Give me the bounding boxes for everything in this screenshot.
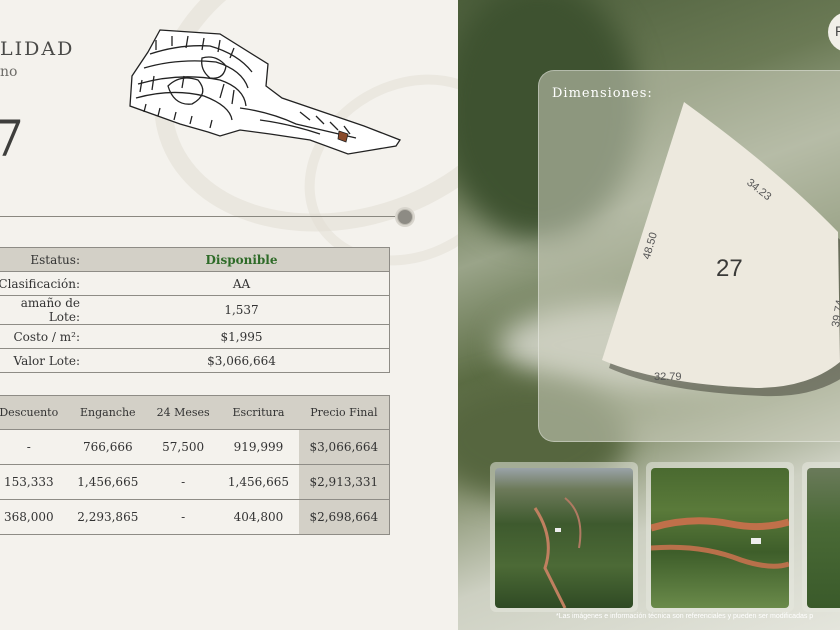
table-cell: 919,999 [218, 429, 299, 465]
aerial-photo [651, 468, 789, 608]
lot-value-value: $3,066,664 [94, 348, 390, 373]
status-badge: Disponible [94, 247, 390, 272]
table-cell: - [148, 464, 219, 500]
payment-plans-table: Descuento Enganche 24 Meses Escritura Pr… [0, 395, 390, 535]
table-row: Valor Lote: $3,066,664 [0, 348, 390, 373]
table-row[interactable]: 153,333 1,456,665 - 1,456,665 $2,913,331 [0, 464, 390, 500]
side-length-label: 32.79 [654, 371, 682, 383]
table-row[interactable]: - 766,666 57,500 919,999 $3,066,664 [0, 429, 390, 465]
table-row: Costo / m²: $1,995 [0, 324, 390, 349]
lot-shape [602, 102, 840, 388]
table-cell: - [0, 429, 68, 465]
aerial-photo [495, 468, 633, 608]
classification-label: Clasificación: [0, 271, 94, 296]
table-row[interactable]: 368,000 2,293,865 - 404,800 $2,698,664 [0, 499, 390, 535]
table-row: Clasificación: AA [0, 271, 390, 296]
disclaimer-note: *Las imágenes e información técnica son … [556, 613, 814, 620]
development-title: LIDAD [0, 38, 75, 60]
table-header-row: Descuento Enganche 24 Meses Escritura Pr… [0, 395, 390, 430]
aerial-photo-panel: P Dimensiones: 27 34.23 48.50 39.74 32.7… [458, 0, 840, 630]
table-row: Estatus: Disponible [0, 247, 390, 272]
lot-number-label: 27 [716, 255, 743, 282]
table-cell: 404,800 [218, 499, 299, 535]
table-cell: 153,333 [0, 464, 68, 500]
cost-per-m2-label: Costo / m²: [0, 324, 94, 349]
classification-value: AA [94, 271, 390, 296]
status-label: Estatus: [0, 247, 94, 272]
lot-value-label: Valor Lote: [0, 348, 94, 373]
aerial-photo [807, 468, 840, 608]
column-header-escritura: Escritura [218, 395, 299, 430]
aerial-thumbnail-3[interactable] [802, 462, 840, 612]
table-cell: 57,500 [148, 429, 219, 465]
lot-size-value: 1,537 [94, 295, 390, 325]
table-cell: - [148, 499, 219, 535]
lot-number-large: 7 [0, 110, 24, 168]
aerial-thumbnail-2[interactable] [646, 462, 794, 612]
lot-info-table: Estatus: Disponible Clasificación: AA am… [0, 247, 390, 373]
final-price-cell: $2,913,331 [298, 464, 390, 500]
cost-per-m2-value: $1,995 [94, 324, 390, 349]
column-header-descuento: Descuento [0, 395, 68, 430]
table-row: amaño de Lote: 1,537 [0, 295, 390, 325]
lot-size-label: amaño de Lote: [0, 295, 94, 325]
column-header-enganche: Enganche [67, 395, 149, 430]
column-header-precio-final: Precio Final [298, 395, 390, 430]
table-cell: 2,293,865 [67, 499, 149, 535]
slider-knob[interactable] [397, 209, 413, 225]
aerial-thumbnail-1[interactable] [490, 462, 638, 612]
development-subtitle: no [0, 64, 18, 80]
table-cell: 368,000 [0, 499, 68, 535]
table-cell: 1,456,665 [67, 464, 149, 500]
slider-track [0, 216, 400, 217]
column-header-24-meses: 24 Meses [148, 395, 219, 430]
final-price-cell: $3,066,664 [298, 429, 390, 465]
table-cell: 766,666 [67, 429, 149, 465]
table-cell: 1,456,665 [218, 464, 299, 500]
lot-info-panel: LIDAD no 7 Estatus: Disponible Clasifica… [0, 0, 458, 630]
site-map-icon[interactable] [120, 24, 410, 164]
final-price-cell: $2,698,664 [298, 499, 390, 535]
